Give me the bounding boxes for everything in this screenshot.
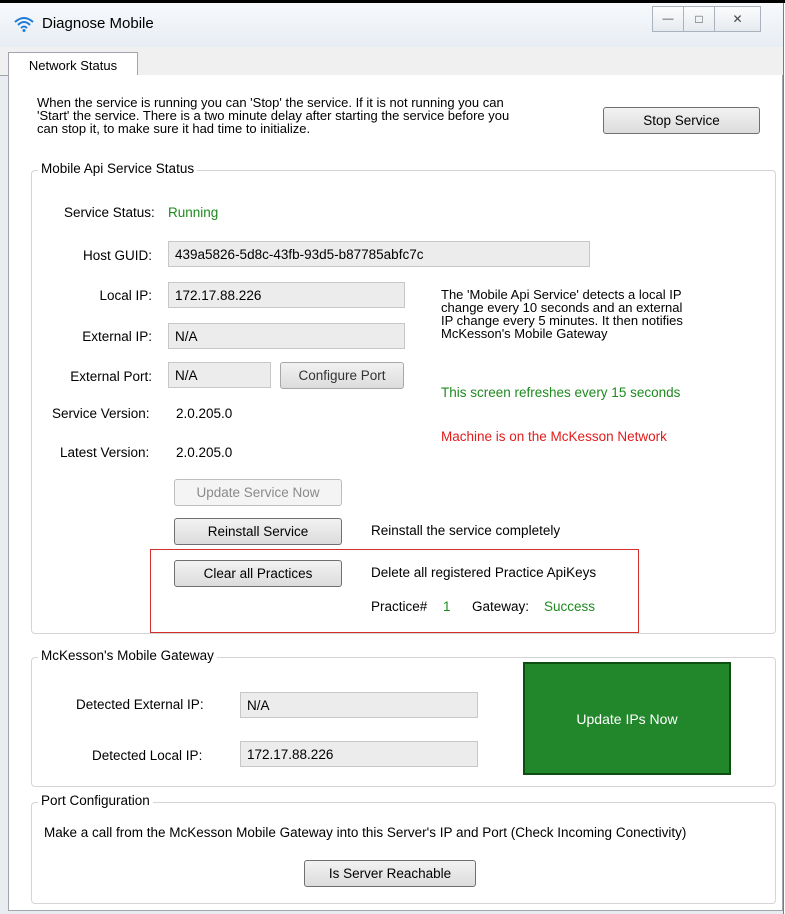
external-ip-label: External IP: xyxy=(82,329,152,344)
port-config-group xyxy=(31,802,776,904)
local-ip-label: Local IP: xyxy=(99,288,152,303)
latest-version-value: 2.0.205.0 xyxy=(176,445,233,460)
detected-local-ip-field[interactable]: 172.17.88.226 xyxy=(240,741,478,767)
gateway-label: Gateway: xyxy=(472,599,530,614)
intro-line-3: can stop it, to make sure it had time to… xyxy=(37,121,311,136)
is-server-reachable-button[interactable]: Is Server Reachable xyxy=(304,860,476,887)
port-config-group-label: Port Configuration xyxy=(38,793,153,808)
detected-external-ip-field[interactable]: N/A xyxy=(240,692,478,718)
external-port-label: External Port: xyxy=(70,369,152,384)
close-icon: ✕ xyxy=(732,12,743,26)
latest-version-label: Latest Version: xyxy=(60,445,150,460)
host-guid-label: Host GUID: xyxy=(82,248,152,263)
reinstall-description: Reinstall the service completely xyxy=(371,523,561,538)
reinstall-service-button[interactable]: Reinstall Service xyxy=(174,518,342,545)
service-status-label: Service Status: xyxy=(64,205,155,220)
window-title: Diagnose Mobile xyxy=(42,15,154,32)
gateway-status: Success xyxy=(544,599,596,614)
update-service-now-button[interactable]: Update Service Now xyxy=(174,479,342,506)
local-ip-field[interactable]: 172.17.88.226 xyxy=(168,282,405,308)
minimize-icon: — xyxy=(662,13,674,25)
refresh-note: This screen refreshes every 15 seconds xyxy=(441,385,681,400)
host-guid-field[interactable]: 439a5826-5d8c-43fb-93d5-b87785abfc7c xyxy=(168,241,590,267)
gateway-group-label: McKesson's Mobile Gateway xyxy=(38,648,217,663)
stop-service-button[interactable]: Stop Service xyxy=(603,107,760,134)
minimize-button[interactable]: — xyxy=(652,6,684,32)
detected-local-ip-label: Detected Local IP: xyxy=(92,748,203,763)
tab-network-status[interactable]: Network Status xyxy=(8,52,138,77)
service-status-group-label: Mobile Api Service Status xyxy=(38,161,198,176)
configure-port-button[interactable]: Configure Port xyxy=(280,362,404,389)
clear-practices-description: Delete all registered Practice ApiKeys xyxy=(371,565,597,580)
maximize-icon: □ xyxy=(695,12,703,26)
service-status-value: Running xyxy=(168,205,219,220)
detected-external-ip-label: Detected External IP: xyxy=(76,697,204,712)
external-ip-field[interactable]: N/A xyxy=(168,323,405,349)
update-ips-now-button[interactable]: Update IPs Now xyxy=(523,662,731,775)
practice-label: Practice# xyxy=(371,599,428,614)
external-port-field[interactable]: N/A xyxy=(168,362,271,388)
network-note: Machine is on the McKesson Network xyxy=(441,429,667,444)
port-config-description: Make a call from the McKesson Mobile Gat… xyxy=(44,825,687,840)
info-line-4: McKesson's Mobile Gateway xyxy=(441,326,608,341)
clear-all-practices-button[interactable]: Clear all Practices xyxy=(174,560,342,587)
close-button[interactable]: ✕ xyxy=(714,6,761,32)
service-version-label: Service Version: xyxy=(52,406,150,421)
practice-count: 1 xyxy=(443,599,451,614)
wifi-icon xyxy=(14,17,34,32)
service-version-value: 2.0.205.0 xyxy=(176,406,233,421)
maximize-button[interactable]: □ xyxy=(683,6,715,32)
